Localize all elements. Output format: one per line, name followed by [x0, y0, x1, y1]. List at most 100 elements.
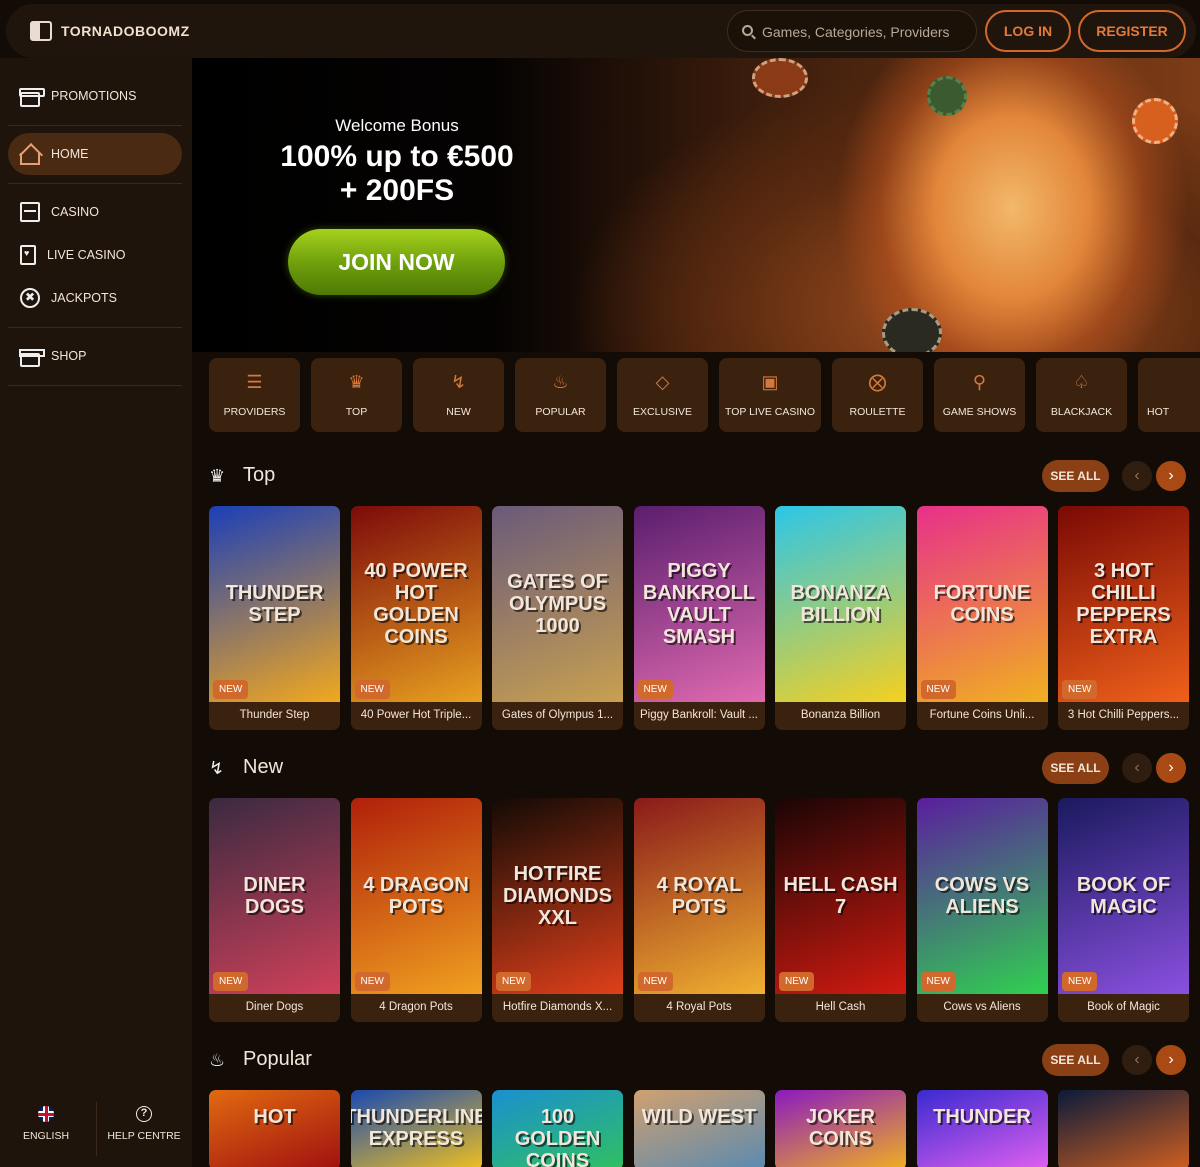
game-art-title: WILD WEST [641, 1106, 757, 1128]
category-game-shows[interactable]: ⚲ GAME SHOWS [934, 358, 1025, 432]
new-badge: NEW [920, 680, 956, 699]
category-exclusive[interactable]: ◇ EXCLUSIVE [617, 358, 708, 432]
prev-arrow-icon[interactable]: ‹ [1122, 461, 1152, 491]
game-card[interactable]: BONANZA BILLION Bonanza Billion [775, 506, 906, 730]
game-card[interactable]: 100 GOLDEN COINS REEL FISHING [492, 1090, 623, 1167]
see-all-button[interactable]: SEE ALL [1042, 752, 1109, 784]
game-card[interactable]: COWS VS ALIENS NEW Cows vs Aliens [916, 798, 1048, 1022]
game-card[interactable]: DINER DOGS NEW Diner Dogs [209, 798, 340, 1022]
game-thumbnail [1058, 1090, 1189, 1167]
category-roulette[interactable]: ⨂ ROULETTE [832, 358, 923, 432]
game-thumbnail: HOT [209, 1090, 340, 1167]
game-card[interactable]: GATES OF OLYMPUS 1000 Gates of Olympus 1.… [492, 506, 623, 730]
sidebar-item-shop[interactable]: SHOP [8, 335, 182, 377]
sidebar-item-live-casino[interactable]: LIVE CASINO [8, 234, 182, 276]
next-arrow-icon[interactable]: › [1156, 753, 1186, 783]
next-arrow-icon[interactable]: › [1156, 461, 1186, 491]
game-thumbnail: THUNDER STEP [209, 506, 340, 702]
sidebar-item-home[interactable]: HOME [8, 133, 182, 175]
game-name: 3 Hot Chilli Peppers... [1067, 709, 1180, 721]
game-art-title: PIGGY BANKROLL VAULT SMASH [642, 560, 756, 648]
sidebar-item-label: LIVE CASINO [47, 248, 126, 262]
sidebar-item-jackpots[interactable]: JACKPOTS [8, 277, 182, 319]
category-providers[interactable]: ☰ PROVIDERS [209, 358, 300, 432]
game-card[interactable]: PIGGY BANKROLL VAULT SMASH NEW Piggy Bankr… [633, 506, 765, 730]
game-thumbnail: 40 POWER HOT GOLDEN COINS [350, 506, 482, 702]
top-bar: TORNADOBOOMZ Games, Categories, Provider… [6, 4, 1196, 58]
search-input[interactable]: Games, Categories, Providers [727, 10, 977, 52]
game-card[interactable]: THUNDER STEP NEW Thunder Step [209, 506, 340, 730]
divider [8, 125, 182, 126]
see-all-button[interactable]: SEE ALL [1042, 1044, 1109, 1076]
hero-banner: Welcome Bonus 100% up to €500 + 200FS JO… [192, 58, 1200, 352]
help-centre-link[interactable]: ? HELP CENTRE [104, 1106, 184, 1142]
category-top-live-casino[interactable]: ▣ TOP LIVE CASINO [719, 358, 821, 432]
category-label: PROVIDERS [223, 406, 286, 418]
see-all-button[interactable]: SEE ALL [1042, 460, 1109, 492]
logo[interactable]: TORNADOBOOMZ [61, 23, 190, 39]
game-card[interactable]: THUNDERLINE EXPRESS [350, 1090, 482, 1167]
spade-icon: ♤ [1073, 372, 1090, 392]
game-art-title: GATES OF OLYMPUS 1000 [507, 571, 608, 637]
flame-icon: ♨ [209, 1050, 226, 1070]
game-thumbnail: 4 DRAGON POTS [350, 798, 482, 994]
sidebar-toggle-icon[interactable] [30, 21, 52, 41]
game-name: 4 Royal Pots [666, 1001, 732, 1013]
chip-decoration [752, 58, 808, 98]
category-top[interactable]: ♛ TOP [311, 358, 402, 432]
game-thumbnail: HOTFIRE DIAMONDS XXL [492, 798, 623, 994]
game-card[interactable] [1058, 1090, 1189, 1167]
game-thumbnail: THUNDER [916, 1090, 1048, 1167]
category-new[interactable]: ↯ NEW [413, 358, 504, 432]
game-card[interactable]: HOTFIRE DIAMONDS XXL NEW Hotfire Diamonds … [492, 798, 623, 1022]
game-art-title: HOTFIRE DIAMONDS XXL [503, 863, 612, 929]
game-card[interactable]: HELL CASH 7 NEW Hell Cash [775, 798, 906, 1022]
chip-decoration [1132, 98, 1178, 144]
game-thumbnail: BONANZA BILLION [775, 506, 906, 702]
live-casino-icon [20, 245, 36, 265]
game-card[interactable]: 40 POWER HOT GOLDEN COINS NEW 40 Power Hot… [350, 506, 482, 730]
hero-title-line: + 200FS [339, 174, 455, 207]
game-art-title: HELL CASH 7 [783, 874, 898, 918]
section-title: Top [243, 464, 276, 486]
category-label: ROULETTE [849, 406, 906, 418]
category-label: TOP LIVE CASINO [724, 406, 816, 418]
next-arrow-icon[interactable]: › [1156, 1045, 1186, 1075]
sidebar-item-label: PROMOTIONS [51, 89, 137, 103]
divider [8, 327, 182, 328]
game-art-title: 4 ROYAL POTS [656, 874, 742, 918]
game-thumbnail: THUNDERLINE EXPRESS [350, 1090, 482, 1167]
category-hot[interactable]: HOT [1138, 358, 1200, 432]
gift-icon [19, 87, 45, 107]
jackpot-icon [20, 288, 40, 308]
sidebar-item-promotions[interactable]: PROMOTIONS [8, 75, 182, 117]
new-badge: NEW [354, 972, 390, 991]
game-name: Thunder Step [239, 709, 310, 721]
game-card[interactable]: 4 DRAGON POTS NEW 4 Dragon Pots [350, 798, 482, 1022]
game-card[interactable]: FORTUNE COINS NEW Fortune Coins Unli... [916, 506, 1048, 730]
category-blackjack[interactable]: ♤ BLACKJACK [1036, 358, 1127, 432]
game-card[interactable]: THUNDER [916, 1090, 1048, 1167]
game-card[interactable]: 4 ROYAL POTS NEW 4 Royal Pots [633, 798, 765, 1022]
prev-arrow-icon[interactable]: ‹ [1122, 1045, 1152, 1075]
hero-title-line: 100% up to €500 [280, 140, 514, 173]
prev-arrow-icon[interactable]: ‹ [1122, 753, 1152, 783]
category-label: EXCLUSIVE [633, 406, 692, 418]
language-selector[interactable]: ENGLISH [14, 1106, 78, 1142]
game-card[interactable]: HOT [209, 1090, 340, 1167]
game-card[interactable]: WILD WEST [633, 1090, 765, 1167]
category-label: TOP [345, 406, 368, 418]
game-art-title: 4 DRAGON POTS [363, 874, 469, 918]
game-art-title: BONANZA BILLION [790, 582, 891, 626]
sidebar: PROMOTIONS HOME CASINO LIVE CASINO JACKP… [0, 58, 192, 1167]
hot-icon [1173, 371, 1195, 393]
game-card[interactable]: BOOK OF MAGIC NEW Book of Magic [1058, 798, 1189, 1022]
join-now-button[interactable]: JOIN NOW [288, 229, 505, 295]
game-art-title: 40 POWER HOT GOLDEN COINS [364, 560, 468, 648]
login-button[interactable]: LOG IN [985, 10, 1071, 52]
game-card[interactable]: 3 HOT CHILLI PEPPERS EXTRA NEW 3 Hot Chill… [1058, 506, 1189, 730]
sidebar-item-casino[interactable]: CASINO [8, 191, 182, 233]
category-popular[interactable]: ♨ POPULAR [515, 358, 606, 432]
game-card[interactable]: JOKER COINS [775, 1090, 906, 1167]
register-button[interactable]: REGISTER [1078, 10, 1186, 52]
